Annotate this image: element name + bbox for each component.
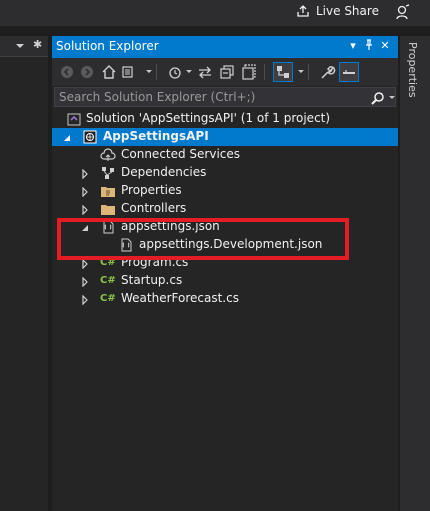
wrench-icon[interactable] xyxy=(318,63,336,81)
tree-item-project[interactable]: AppSettingsAPI xyxy=(52,128,398,146)
expand-arrow-icon[interactable] xyxy=(80,276,90,288)
tree-item-label: WeatherForecast.cs xyxy=(121,291,239,305)
switch-views-caret-icon[interactable] xyxy=(146,70,152,73)
solution-explorer-panel: Solution Explorer ▾ ✕ Search Solution Ex… xyxy=(52,36,398,511)
switch-views-icon[interactable] xyxy=(120,63,138,81)
filter-caret-icon[interactable] xyxy=(186,70,192,73)
search-options-caret-icon[interactable] xyxy=(389,96,395,99)
tree-item-connected-services[interactable]: Connected Services xyxy=(52,146,398,164)
back-icon[interactable] xyxy=(58,63,76,81)
live-share-icon xyxy=(297,5,309,17)
tree-item-label: Solution 'AppSettingsAPI' (1 of 1 projec… xyxy=(86,111,331,125)
dependencies-icon xyxy=(100,165,116,181)
search-icon[interactable] xyxy=(371,90,385,105)
view-toggle-icon[interactable] xyxy=(339,62,359,82)
sync-icon[interactable] xyxy=(196,63,214,81)
properties-folder-icon xyxy=(100,183,116,199)
toolbar-separator xyxy=(264,64,265,80)
folder-icon xyxy=(100,201,116,217)
live-share-label: Live Share xyxy=(316,4,379,18)
expand-arrow-icon[interactable] xyxy=(80,294,90,306)
csharp-file-icon: C# xyxy=(100,293,116,304)
tree-item-label: Properties xyxy=(121,183,182,197)
toolbar-separator xyxy=(308,64,309,80)
tree-item-solution[interactable]: Solution 'AppSettingsAPI' (1 of 1 projec… xyxy=(52,110,398,128)
search-solution-explorer-input[interactable]: Search Solution Explorer (Ctrl+;) xyxy=(54,87,396,107)
tree-item-controllers[interactable]: Controllers xyxy=(52,200,398,218)
tree-item-dependencies[interactable]: Dependencies xyxy=(52,164,398,182)
pending-changes-filter-icon[interactable] xyxy=(166,63,184,81)
expand-arrow-icon[interactable] xyxy=(80,168,90,180)
top-bar: Live Share xyxy=(0,0,430,26)
close-icon[interactable]: ✕ xyxy=(378,39,392,53)
solution-explorer-toolbar xyxy=(52,58,398,86)
toolbar-separator xyxy=(156,64,157,80)
tree-item-startup-cs[interactable]: C# Startup.cs xyxy=(52,272,398,290)
forward-icon[interactable] xyxy=(78,63,96,81)
preview-caret-icon[interactable] xyxy=(298,70,304,73)
preview-selected-items-icon[interactable] xyxy=(273,62,293,82)
properties-tab[interactable]: Properties xyxy=(406,42,419,98)
collapse-all-icon[interactable] xyxy=(218,63,236,81)
tree-item-label: Controllers xyxy=(121,201,187,215)
expand-arrow-icon[interactable] xyxy=(80,186,90,198)
tree-item-weatherforecast-cs[interactable]: C# WeatherForecast.cs xyxy=(52,290,398,308)
collapse-arrow-icon[interactable] xyxy=(62,132,72,142)
expand-arrow-icon[interactable] xyxy=(80,204,90,216)
home-icon[interactable] xyxy=(100,63,118,81)
tree-item-label: Connected Services xyxy=(121,147,241,161)
left-pane-header: ✱ xyxy=(0,36,48,57)
tree-item-label: Startup.cs xyxy=(121,273,183,287)
tree-item-label: Dependencies xyxy=(121,165,207,179)
left-pane: ✱ xyxy=(0,36,48,511)
live-share-button[interactable]: Live Share xyxy=(296,4,379,18)
web-project-icon xyxy=(82,129,98,145)
feedback-icon[interactable] xyxy=(394,4,410,20)
tree-item-properties[interactable]: Properties xyxy=(52,182,398,200)
tree-item-label: AppSettingsAPI xyxy=(103,129,209,143)
window-position-icon[interactable]: ▾ xyxy=(346,39,360,53)
gear-icon[interactable]: ✱ xyxy=(33,38,42,51)
pin-icon[interactable] xyxy=(362,39,376,53)
dropdown-icon[interactable] xyxy=(16,44,24,48)
solution-icon xyxy=(66,111,82,127)
highlight-box xyxy=(57,218,349,260)
csharp-file-icon: C# xyxy=(100,275,116,286)
properties-side-panel: Properties xyxy=(400,36,430,511)
panel-title: Solution Explorer xyxy=(56,39,159,53)
cloud-icon xyxy=(100,147,116,163)
solution-explorer-titlebar: Solution Explorer ▾ ✕ xyxy=(52,36,398,58)
search-placeholder: Search Solution Explorer (Ctrl+;) xyxy=(59,90,256,104)
show-all-files-icon[interactable] xyxy=(240,63,258,81)
